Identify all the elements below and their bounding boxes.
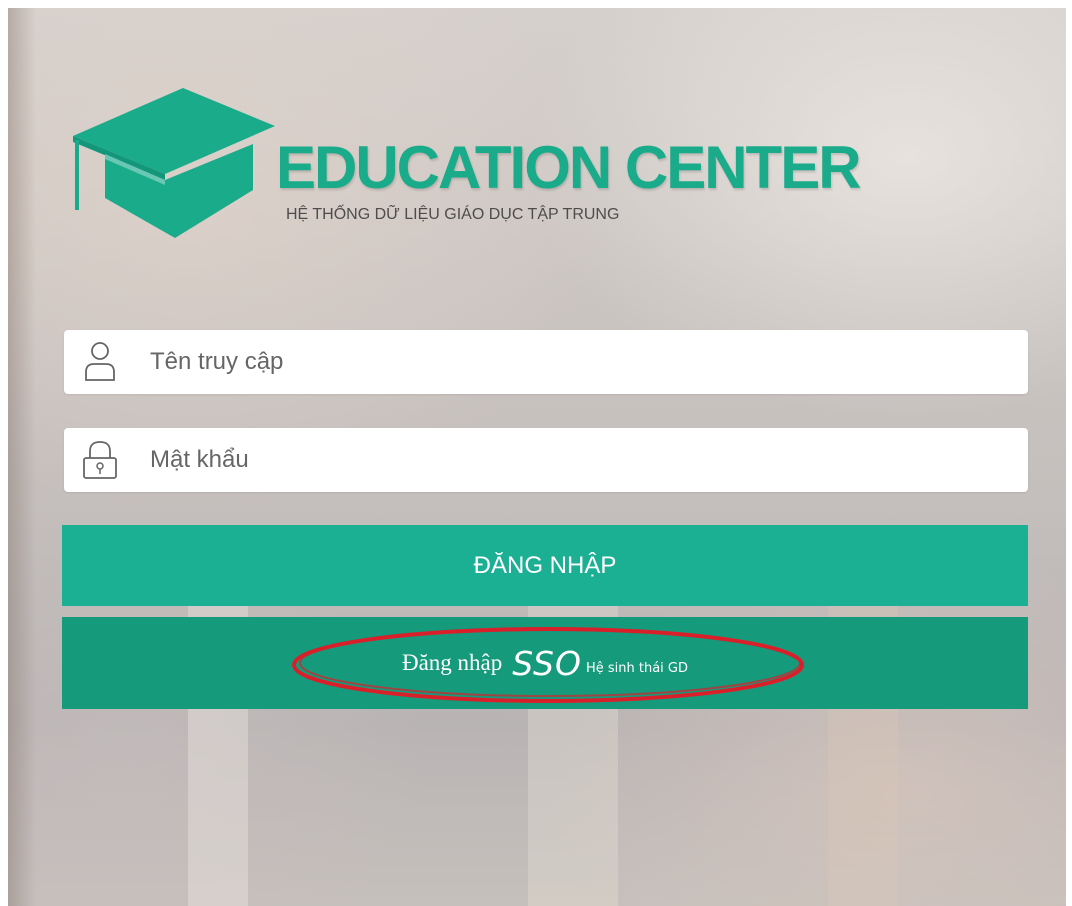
- lock-icon: [80, 438, 120, 482]
- sso-login-button[interactable]: Đăng nhập SSO Hệ sinh thái GD: [62, 617, 1028, 709]
- background-shadow: [8, 8, 36, 906]
- username-field[interactable]: [64, 330, 1028, 394]
- brand-title: EDUCATION CENTER: [276, 134, 862, 201]
- password-input[interactable]: [148, 439, 1012, 481]
- brand-subtitle: HỆ THỐNG DỮ LIỆU GIÁO DỤC TẬP TRUNG: [286, 206, 620, 223]
- graduation-cap-icon: [73, 88, 275, 238]
- sso-prefix: Đăng nhập: [401, 650, 503, 675]
- login-button[interactable]: ĐĂNG NHẬP: [62, 525, 1028, 606]
- sso-suffix: Hệ sinh thái GD: [585, 660, 689, 676]
- user-icon: [80, 340, 120, 384]
- password-field[interactable]: [64, 428, 1028, 492]
- username-input[interactable]: [148, 341, 1012, 383]
- sso-brand: SSO: [512, 643, 582, 683]
- sso-label: Đăng nhập SSO Hệ sinh thái GD: [62, 617, 1028, 709]
